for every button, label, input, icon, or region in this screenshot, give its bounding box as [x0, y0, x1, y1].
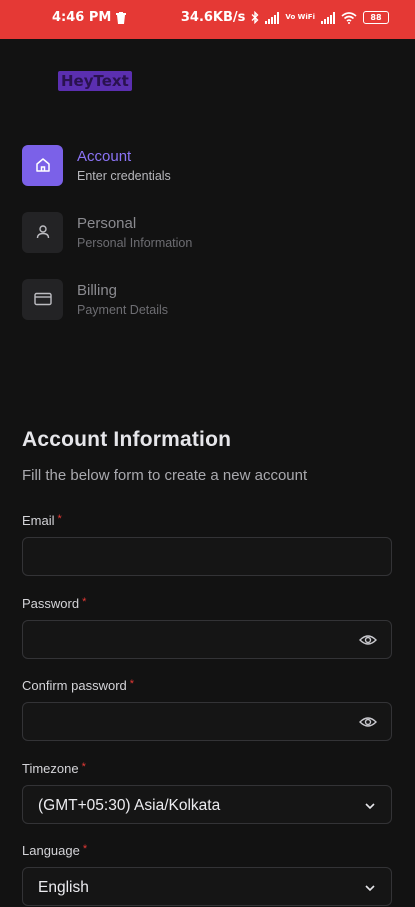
password-label-text: Password [22, 596, 80, 611]
home-icon [35, 158, 50, 172]
required-mark: * [57, 513, 62, 525]
form-subtitle: Fill the below form to create a new acco… [22, 467, 308, 484]
step-personal-subtitle: Personal Information [77, 235, 193, 250]
app-logo: HeyText [58, 71, 132, 91]
status-left: 4:46 PM [52, 10, 127, 25]
step-account-subtitle: Enter credentials [77, 168, 171, 183]
wifi-icon [341, 11, 357, 24]
eye-icon[interactable] [359, 714, 377, 730]
step-account[interactable]: Account Enter credentials [22, 144, 382, 186]
password-field-box [22, 620, 392, 659]
required-mark: * [82, 596, 87, 608]
signal-icon [265, 11, 280, 24]
step-billing-icon-box [22, 278, 63, 320]
email-label-text: Email [22, 513, 55, 528]
email-label: Email * [22, 513, 62, 528]
language-label: Language * [22, 843, 87, 858]
status-bar: 4:46 PM 34.6KB/s Vo WiFi 88 [0, 0, 415, 39]
email-field-box [22, 537, 392, 576]
signal-icon-2 [321, 11, 335, 24]
step-billing[interactable]: Billing Payment Details [22, 278, 382, 320]
timezone-select[interactable]: (GMT+05:30) Asia/Kolkata [22, 785, 392, 824]
battery-icon: 88 [363, 11, 389, 24]
email-field[interactable] [23, 538, 391, 575]
confirm-password-label-text: Confirm password [22, 678, 127, 693]
timezone-label: Timezone * [22, 761, 86, 776]
timezone-label-text: Timezone [22, 761, 79, 776]
eye-icon[interactable] [359, 632, 377, 648]
required-mark: * [82, 843, 88, 855]
step-billing-title: Billing [77, 281, 118, 299]
trash-icon [116, 11, 127, 24]
bluetooth-icon [251, 11, 259, 24]
network-speed: 34.6KB/s [180, 10, 246, 25]
step-account-icon-box [22, 144, 63, 186]
vowifi-icon: Vo WiFi [285, 13, 315, 21]
step-account-title: Account [77, 147, 132, 165]
step-billing-subtitle: Payment Details [77, 302, 169, 317]
chevron-down-icon [365, 885, 375, 892]
language-value: English [38, 879, 89, 896]
language-label-text: Language [22, 843, 80, 858]
step-personal-title: Personal [77, 214, 137, 232]
language-select[interactable]: English [22, 867, 392, 906]
status-time: 4:46 PM [52, 10, 112, 25]
timezone-value: (GMT+05:30) Asia/Kolkata [38, 797, 221, 814]
step-personal-text: Personal Personal Information [77, 214, 192, 251]
password-field[interactable] [23, 621, 391, 658]
user-icon [36, 225, 49, 239]
required-mark: * [129, 678, 135, 690]
credit-card-icon [33, 292, 52, 306]
step-account-text: Account Enter credentials [77, 147, 171, 184]
step-billing-text: Billing Payment Details [77, 281, 168, 318]
form-title: Account Information [22, 428, 232, 451]
step-personal-icon-box [22, 211, 63, 253]
step-personal[interactable]: Personal Personal Information [22, 211, 382, 253]
password-label: Password * [22, 596, 86, 611]
status-right: 34.6KB/s Vo WiFi 88 [181, 10, 389, 25]
confirm-password-label: Confirm password * [22, 678, 134, 693]
confirm-password-field-box [22, 702, 392, 741]
required-mark: * [81, 761, 86, 773]
confirm-password-field[interactable] [23, 703, 391, 740]
chevron-down-icon [365, 803, 375, 810]
